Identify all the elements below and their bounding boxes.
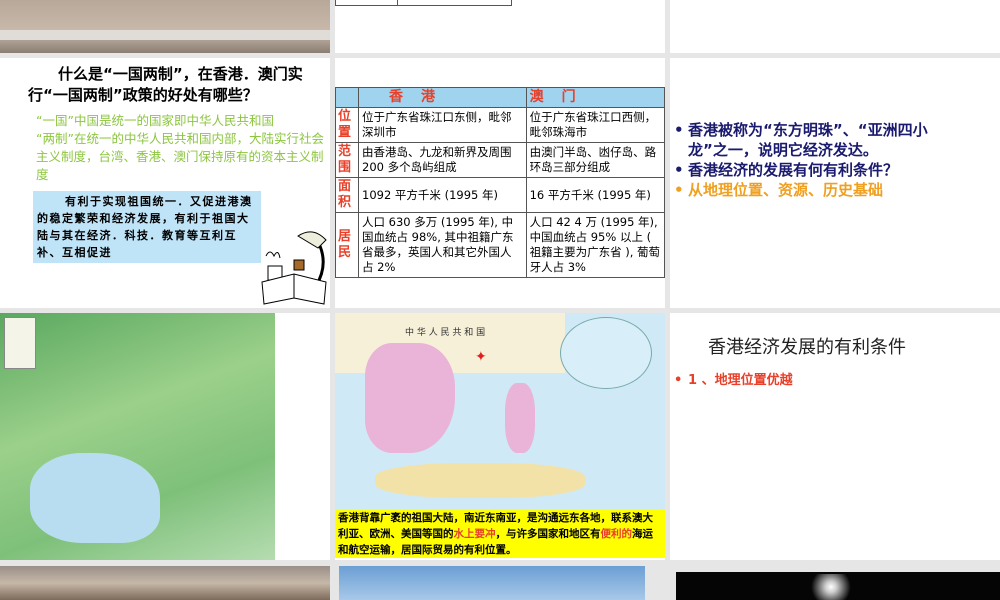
cell-hk: 1092 平方千米 (1995 年) <box>358 177 527 213</box>
map-country-label: 中 华 人 民 共 和 国 <box>405 328 486 338</box>
slide-thumbnail-4[interactable]: 什么是“一国两制”，在香港．澳门实行“一国两制”政策的好处有哪些？ “一国”中国… <box>0 58 330 308</box>
slide-thumbnail-3[interactable] <box>670 0 1000 53</box>
bullet-item: 从地理位置、资源、历史基础 <box>674 180 959 200</box>
lamp-book-clipart-icon <box>261 231 327 305</box>
one-country-two-systems-text: “一国”中国是统一的国家即中华人民共和国 “两制”在统一的中华人民共和国内部，大… <box>36 113 324 182</box>
slide-thumbnail-5[interactable]: 香港 澳门 位置 位于广东省珠江口东侧，毗邻深圳市 位于广东省珠江口西侧，毗邻珠海市 … <box>335 58 665 308</box>
row-label: 范围 <box>335 142 359 178</box>
slide-thumbnail-2[interactable] <box>335 0 665 53</box>
cell-macau: 16 平方千米 (1995 年) <box>525 177 665 213</box>
hong-kong-marker-icon: ✦ <box>475 349 487 365</box>
indonesia <box>375 463 585 498</box>
header-empty <box>335 87 359 108</box>
cell-macau: 人口 42 4 万 (1995 年), 中国血统占 95% 以上 ( 祖籍主要为… <box>525 212 665 278</box>
cell-macau: 位于广东省珠江口西侧，毗邻珠海市 <box>525 107 665 143</box>
philippines <box>505 383 535 453</box>
slide-thumbnail-9[interactable]: 香港经济发展的有利条件 1 、地理位置优越 <box>670 313 1000 560</box>
hk-macau-comparison-table: 香港 澳门 位置 位于广东省珠江口东侧，毗邻深圳市 位于广东省珠江口西侧，毗邻珠海市 … <box>335 87 665 278</box>
header-hk: 香港 <box>358 87 527 108</box>
map-legend <box>4 317 36 369</box>
fireworks-image <box>806 574 856 600</box>
cell-hk: 位于广东省珠江口东侧，毗邻深圳市 <box>358 107 527 143</box>
caption-highlight: 便利的 <box>600 528 633 540</box>
row-label: 居民 <box>335 212 359 278</box>
row-label: 面积 <box>335 177 359 213</box>
bullet-item: 香港经济的发展有何有利条件？ <box>674 160 959 180</box>
table-divider <box>397 0 398 5</box>
globe-inset <box>560 317 652 389</box>
slide-thumbnail-10[interactable] <box>0 566 330 600</box>
slide-image <box>0 30 330 40</box>
cell-macau: 由澳门半岛、凼仔岛、路环岛三部分组成 <box>525 142 665 178</box>
location-caption: 香港背靠广袤的祖国大陆，南近东南亚，是沟通远东各地，联系澳大利亚、欧洲、美国等国… <box>335 510 665 558</box>
slide-thumbnail-1[interactable] <box>0 0 330 53</box>
cell-hk: 由香港岛、九龙和新界及周围 200 多个岛屿组成 <box>358 142 527 178</box>
slide-thumbnail-12[interactable] <box>676 572 1000 600</box>
sea-area <box>30 453 160 543</box>
slide-thumbnail-6[interactable]: 香港被称为“东方明珠”、“亚洲四小龙”之一，说明它经济发达。 香港经济的发展有何… <box>670 58 1000 308</box>
slide-thumbnail-8[interactable]: 中 华 人 民 共 和 国 ✦ 香港背靠广袤的祖国大陆，南近东南亚，是沟通远东各… <box>335 313 665 560</box>
indochina-landmass <box>365 343 455 453</box>
slide-thumbnail-11[interactable] <box>339 566 645 600</box>
header-macau: 澳门 <box>525 87 665 108</box>
bullet-item: 香港被称为“东方明珠”、“亚洲四小龙”之一，说明它经济发达。 <box>674 120 959 160</box>
question-text: 什么是“一国两制”，在香港．澳门实行“一国两制”政策的好处有哪些？ <box>28 65 303 104</box>
slide-thumbnail-7[interactable] <box>0 313 330 560</box>
cell-hk: 人口 630 多万 (1995 年), 中国血统占 98%, 其中祖籍广东省最多… <box>358 212 527 278</box>
bullet-item: 1 、地理位置优越 <box>674 371 793 391</box>
benefits-box: 有利于实现祖国统一．又促进港澳的稳定繁荣和经济发展，有利于祖国大陆与其在经济．科… <box>33 191 261 263</box>
caption-text: ，与许多国家和地区有 <box>495 528 601 540</box>
bullet-list: 香港被称为“东方明珠”、“亚洲四小龙”之一，说明它经济发达。 香港经济的发展有何… <box>674 120 959 200</box>
caption-highlight: 水上要冲 <box>453 528 496 540</box>
table-fragment <box>335 0 512 6</box>
row-label: 位置 <box>335 107 359 143</box>
bullet-list: 1 、地理位置优越 <box>674 371 793 391</box>
slide-title: 香港经济发展的有利条件 <box>708 337 906 358</box>
